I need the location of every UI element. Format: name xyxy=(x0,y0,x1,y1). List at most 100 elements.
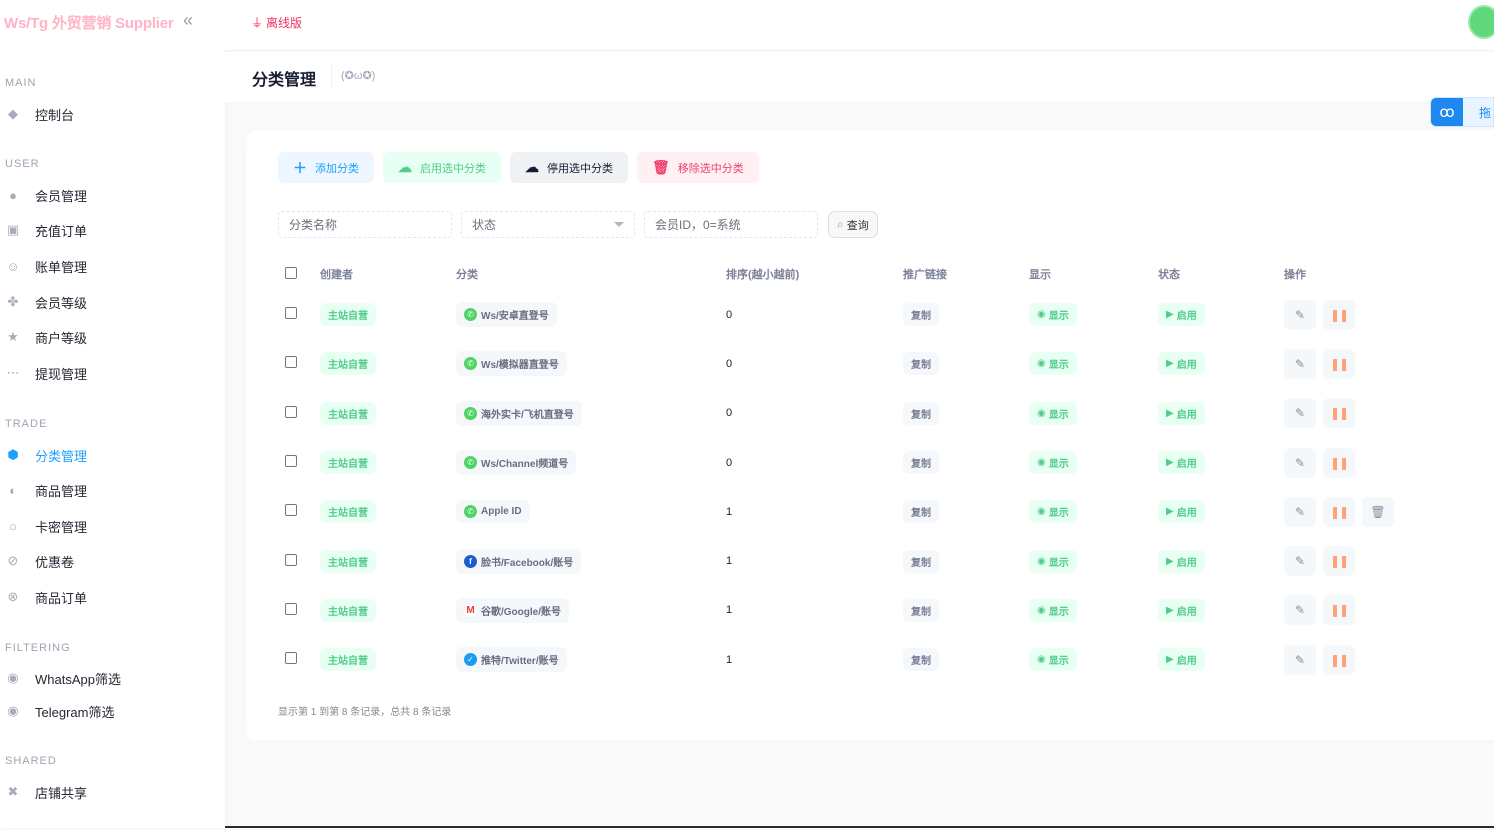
row-checkbox[interactable] xyxy=(285,405,297,418)
copy-link-button[interactable]: 复制 xyxy=(903,549,939,573)
category-tag: M 谷歌/Google/账号 xyxy=(456,597,569,623)
status-toggle[interactable]: ▶ 启用 xyxy=(1158,500,1205,524)
sidebar-item-telegram-filter[interactable]: ◉ Telegram筛选 xyxy=(5,699,215,723)
pause-button[interactable]: ❚❚ xyxy=(1323,447,1355,478)
pause-icon: ❚❚ xyxy=(1329,356,1349,371)
edit-button[interactable]: ✎ xyxy=(1284,595,1316,626)
enable-selected-button[interactable]: ☁ 启用选中分类 xyxy=(383,152,501,183)
select-all-checkbox[interactable] xyxy=(285,266,297,279)
row-checkbox[interactable] xyxy=(285,602,297,615)
status-toggle[interactable]: ▶ 启用 xyxy=(1158,648,1205,672)
wallet-icon: ▣ xyxy=(6,222,20,237)
sidebar-item-label: 控制台 xyxy=(35,107,75,123)
status-toggle[interactable]: ▶ 启用 xyxy=(1158,401,1205,425)
status-toggle[interactable]: ▶ 启用 xyxy=(1158,598,1205,622)
double-chevron-left-icon[interactable]: « xyxy=(183,10,193,31)
sidebar-item-coupons[interactable]: ⊘ 优惠卷 xyxy=(5,549,215,573)
twitter-icon: ✓ xyxy=(464,653,477,667)
caret-down-icon xyxy=(614,222,624,227)
sidebar-item-label: Telegram筛选 xyxy=(35,704,115,720)
sidebar-item-card-keys[interactable]: ○ 卡密管理 xyxy=(5,514,215,538)
pause-button[interactable]: ❚❚ xyxy=(1323,348,1355,379)
sidebar-item-members[interactable]: ● 会员管理 xyxy=(5,183,215,207)
avatar[interactable] xyxy=(1468,5,1494,39)
sidebar-item-dashboard[interactable]: ◆ 控制台 xyxy=(5,102,215,126)
display-toggle[interactable]: ◉ 显示 xyxy=(1029,648,1077,672)
pause-button[interactable]: ❚❚ xyxy=(1323,644,1355,675)
status-toggle[interactable]: ▶ 启用 xyxy=(1158,352,1205,376)
row-checkbox[interactable] xyxy=(285,652,297,665)
edit-button[interactable]: ✎ xyxy=(1284,546,1316,577)
copy-link-button[interactable]: 复制 xyxy=(903,648,939,672)
pause-icon: ❚❚ xyxy=(1329,504,1349,519)
pause-button[interactable]: ❚❚ xyxy=(1323,496,1355,527)
pause-button[interactable]: ❚❚ xyxy=(1323,546,1355,577)
edit-button[interactable]: ✎ xyxy=(1284,348,1316,379)
row-checkbox[interactable] xyxy=(285,504,297,517)
sidebar-item-categories[interactable]: ⬢ 分类管理 xyxy=(5,443,215,467)
delete-button[interactable]: 🗑 xyxy=(1362,496,1394,527)
sidebar-item-products[interactable]: ◐ 商品管理 xyxy=(5,478,215,502)
copy-link-button[interactable]: 复制 xyxy=(903,451,939,475)
row-checkbox[interactable] xyxy=(285,307,297,320)
row-checkbox[interactable] xyxy=(285,553,297,566)
edit-button[interactable]: ✎ xyxy=(1284,496,1316,527)
display-toggle[interactable]: ◉ 显示 xyxy=(1029,401,1077,425)
sidebar-item-recharge-orders[interactable]: ▣ 充值订单 xyxy=(5,218,215,242)
status-toggle[interactable]: ▶ 启用 xyxy=(1158,549,1205,573)
display-label: 显示 xyxy=(1048,508,1069,520)
category-icon: ⬢ xyxy=(7,447,19,462)
remove-selected-button[interactable]: 🗑 移除选中分类 xyxy=(637,152,759,183)
add-category-button[interactable]: ＋ 添加分类 xyxy=(278,152,374,183)
eye-icon: ◉ xyxy=(1037,358,1046,370)
edit-button[interactable]: ✎ xyxy=(1284,299,1316,330)
sort-value: 0 xyxy=(726,357,733,370)
floating-tool-button[interactable]: ꝏ 拖 xyxy=(1430,97,1494,127)
row-checkbox[interactable] xyxy=(285,356,297,369)
status-label: 启用 xyxy=(1176,459,1197,471)
disable-selected-button[interactable]: ☁ 停用选中分类 xyxy=(510,152,628,183)
category-name-input[interactable] xyxy=(278,211,452,238)
pause-button[interactable]: ❚❚ xyxy=(1323,299,1355,330)
sidebar-item-product-orders[interactable]: ⊗ 商品订单 xyxy=(5,585,215,609)
display-toggle[interactable]: ◉ 显示 xyxy=(1029,303,1077,327)
sidebar-item-member-levels[interactable]: ✤ 会员等级 xyxy=(5,290,215,314)
display-toggle[interactable]: ◉ 显示 xyxy=(1029,549,1077,573)
display-label: 显示 xyxy=(1048,656,1069,668)
display-toggle[interactable]: ◉ 显示 xyxy=(1029,500,1077,524)
product-icon: ◐ xyxy=(9,482,17,498)
copy-link-button[interactable]: 复制 xyxy=(903,352,939,376)
pause-button[interactable]: ❚❚ xyxy=(1323,595,1355,626)
pause-icon: ❚❚ xyxy=(1329,455,1349,470)
display-toggle[interactable]: ◉ 显示 xyxy=(1029,451,1077,475)
category-name: 推特/Twitter/账号 xyxy=(481,656,559,668)
brand-logo[interactable]: Ws/Tg 外贸营销 Supplier xyxy=(4,12,174,32)
status-toggle[interactable]: ▶ 启用 xyxy=(1158,451,1205,475)
copy-link-button[interactable]: 复制 xyxy=(903,303,939,327)
sidebar-item-shop-share[interactable]: ✖ 店铺共享 xyxy=(5,780,215,804)
sidebar-item-withdrawals[interactable]: ⋯ 提现管理 xyxy=(5,361,215,385)
status-select[interactable]: 状态 xyxy=(461,211,635,238)
edit-button[interactable]: ✎ xyxy=(1284,644,1316,675)
display-toggle[interactable]: ◉ 显示 xyxy=(1029,598,1077,622)
status-toggle[interactable]: ▶ 启用 xyxy=(1158,303,1205,327)
sidebar-item-label: 优惠卷 xyxy=(35,554,75,570)
edit-button[interactable]: ✎ xyxy=(1284,447,1316,478)
sidebar-item-merchant-levels[interactable]: ★ 商户等级 xyxy=(5,325,215,349)
plus-icon: ＋ xyxy=(293,159,307,176)
copy-link-button[interactable]: 复制 xyxy=(903,598,939,622)
offline-badge[interactable]: ⏚ 离线版 xyxy=(251,14,302,31)
row-checkbox[interactable] xyxy=(285,455,297,468)
copy-link-button[interactable]: 复制 xyxy=(903,401,939,425)
display-toggle[interactable]: ◉ 显示 xyxy=(1029,352,1077,376)
pause-button[interactable]: ❚❚ xyxy=(1323,398,1355,429)
table-row: 主站自营 f 脸书/Facebook/账号 1 复制 ◉ 显示 ▶ 启用 ✎ ❚❚ xyxy=(278,536,1484,585)
play-circle-icon: ▶ xyxy=(1166,457,1174,469)
sidebar-item-bills[interactable]: ☺ 账单管理 xyxy=(5,254,215,278)
sidebar-item-whatsapp-filter[interactable]: ◉ WhatsApp筛选 xyxy=(5,666,215,690)
copy-link-button[interactable]: 复制 xyxy=(903,500,939,524)
edit-button[interactable]: ✎ xyxy=(1284,398,1316,429)
member-id-input[interactable] xyxy=(644,211,818,238)
sidebar: Ws/Tg 外贸营销 Supplier « MAIN ◆ 控制台 USER ● … xyxy=(0,0,225,828)
query-button[interactable]: ⌕ 查询 xyxy=(828,211,878,238)
